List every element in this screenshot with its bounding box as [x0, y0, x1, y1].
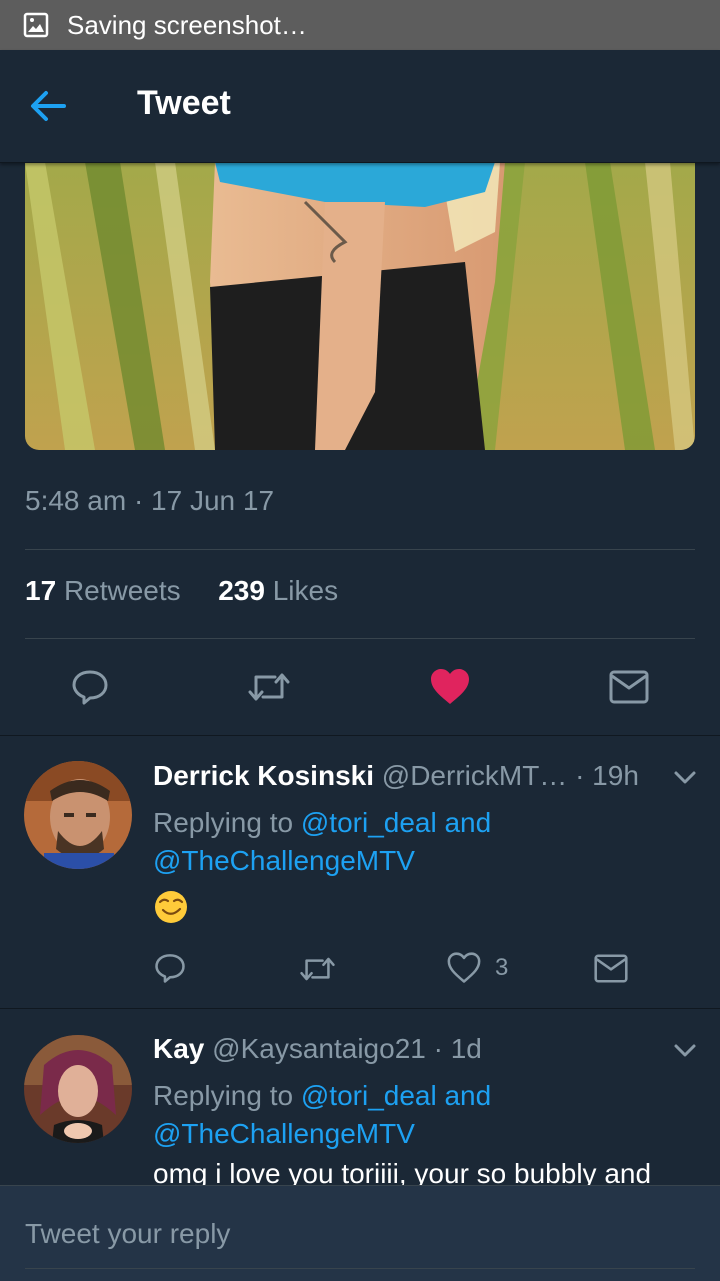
reply-author-handle[interactable]: @Kaysantaigo21 — [212, 1033, 426, 1064]
tweet-stats: 17 Retweets 239 Likes — [25, 575, 338, 607]
app-bar: Tweet — [0, 50, 720, 163]
reply-header: Kay @Kaysantaigo21 · 1d — [153, 1033, 482, 1065]
retweet-count: 17 — [25, 575, 57, 606]
retweet-icon — [248, 673, 290, 701]
reply-time: · 1d — [433, 1033, 482, 1064]
replying-prefix: Replying to — [153, 1080, 294, 1111]
mention-link[interactable]: @tori_deal and — [301, 807, 491, 838]
back-arrow-icon[interactable] — [28, 88, 68, 124]
replying-to: Replying to @tori_deal and @TheChallenge… — [153, 1077, 491, 1153]
reply-button[interactable] — [154, 952, 186, 984]
reply-author-name[interactable]: Derrick Kosinski — [153, 760, 374, 791]
tweet-media-image[interactable] — [25, 162, 695, 450]
envelope-icon — [609, 670, 649, 704]
envelope-icon — [594, 954, 628, 983]
share-dm-button[interactable] — [609, 670, 649, 704]
like-count: 239 — [218, 575, 265, 606]
mention-link[interactable]: @tori_deal and — [301, 1080, 491, 1111]
image-icon — [23, 12, 49, 38]
divider — [25, 638, 695, 639]
status-bar: Saving screenshot… — [0, 0, 720, 50]
divider — [25, 549, 695, 550]
chevron-down-icon[interactable] — [673, 770, 697, 786]
reply-time: · 19h — [575, 760, 639, 791]
avatar[interactable] — [24, 1035, 132, 1143]
retweet-button[interactable] — [247, 668, 291, 706]
section-divider — [0, 735, 720, 736]
heart-outline-icon — [447, 952, 481, 983]
reply-compose-bar[interactable]: Tweet your reply — [0, 1185, 720, 1281]
retweet-icon — [300, 957, 335, 981]
replying-to: Replying to @tori_deal and @TheChallenge… — [153, 804, 491, 880]
reply-input[interactable]: Tweet your reply — [25, 1218, 230, 1250]
reply-author-handle[interactable]: @DerrickMT… — [382, 760, 568, 791]
avatar[interactable] — [24, 761, 132, 869]
heart-filled-icon — [431, 669, 469, 704]
reply-author-name[interactable]: Kay — [153, 1033, 204, 1064]
reply-button[interactable] — [71, 668, 109, 706]
like-stat[interactable]: 239 Likes — [218, 575, 338, 606]
mention-link[interactable]: @TheChallengeMTV — [153, 845, 415, 876]
share-dm-button[interactable] — [594, 954, 628, 983]
status-notification-text: Saving screenshot… — [67, 9, 307, 40]
retweet-stat[interactable]: 17 Retweets — [25, 575, 181, 606]
input-underline — [25, 1268, 695, 1269]
mention-link[interactable]: @TheChallengeMTV — [153, 1118, 415, 1149]
smirk-emoji-icon — [155, 891, 187, 923]
like-button[interactable]: 3 — [447, 952, 508, 984]
tweet-timestamp: 5:48 am · 17 Jun 17 — [25, 485, 275, 516]
retweet-button[interactable] — [299, 953, 336, 985]
like-button[interactable] — [430, 668, 470, 706]
retweet-label: Retweets — [63, 575, 181, 606]
reply-header: Derrick Kosinski @DerrickMT… · 19h — [153, 760, 639, 792]
like-label: Likes — [272, 575, 339, 606]
reply-icon — [72, 670, 108, 705]
page-title: Tweet — [137, 84, 231, 122]
replying-prefix: Replying to — [153, 807, 294, 838]
section-divider — [0, 1008, 720, 1009]
reply-icon — [155, 954, 185, 983]
reply-like-count: 3 — [495, 954, 509, 981]
chevron-down-icon[interactable] — [673, 1043, 697, 1059]
